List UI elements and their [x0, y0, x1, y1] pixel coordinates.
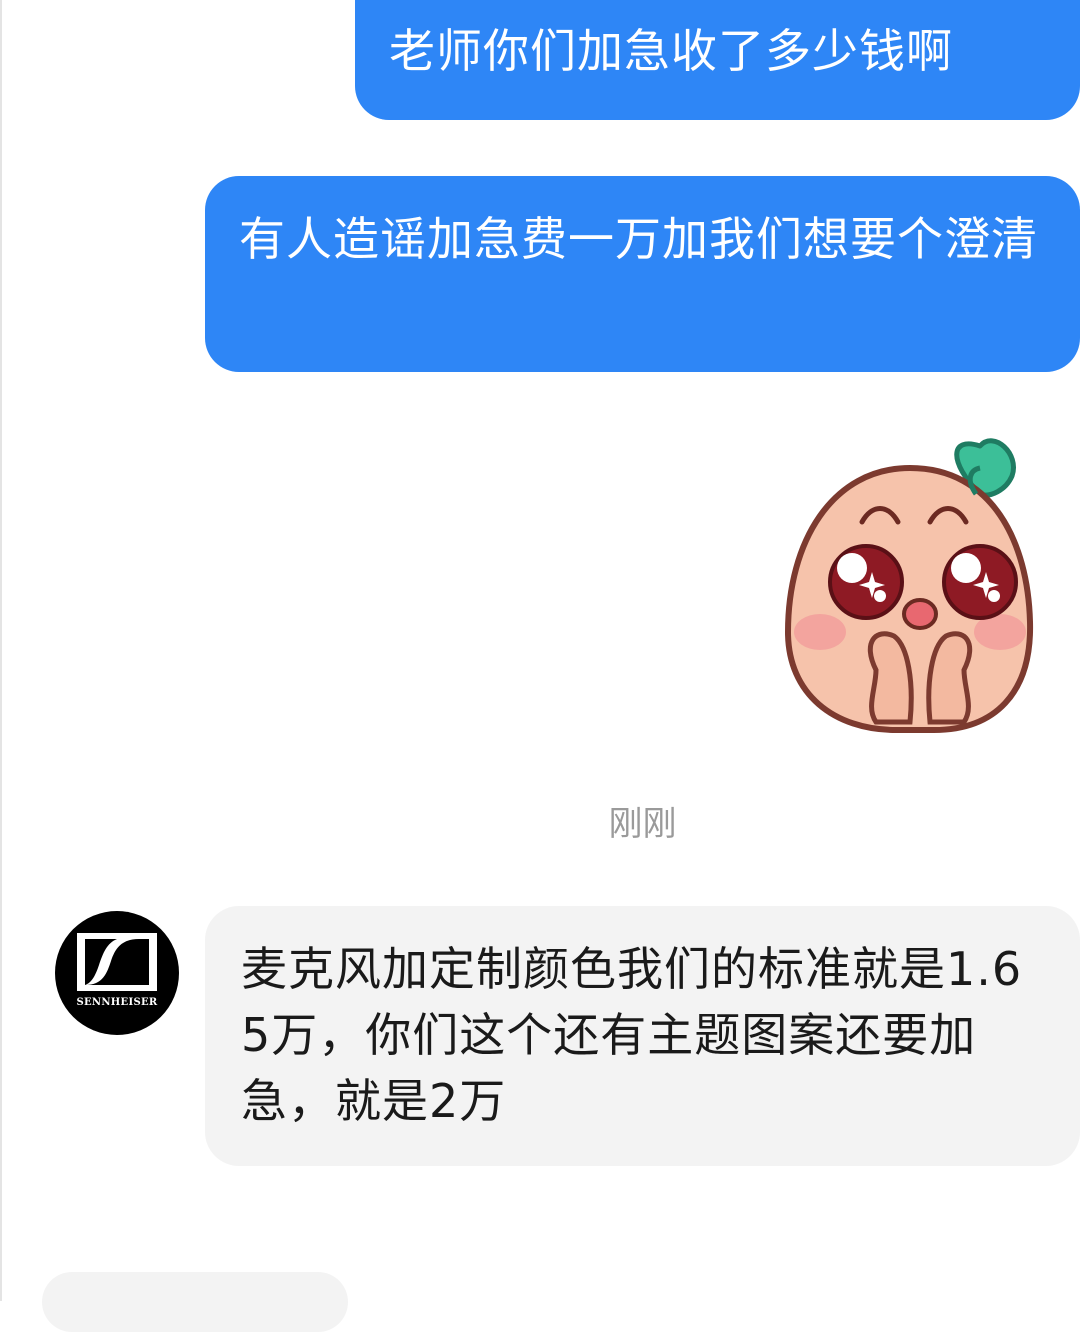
message-timestamp: 刚刚 [608, 804, 677, 844]
incoming-message-bubble-partial[interactable] [42, 1272, 348, 1332]
outgoing-message-bubble[interactable]: 有人造谣加急费一万加我们想要个澄清 [205, 176, 1080, 372]
message-text: 老师你们加急收了多少钱啊 [389, 24, 953, 78]
chat-panel-border [0, 0, 2, 1301]
avatar-brand-text: SENNHEISER [76, 997, 158, 1008]
sennheiser-logo-icon [85, 939, 149, 985]
message-text: 有人造谣加急费一万加我们想要个澄清 [239, 212, 1038, 266]
contact-avatar[interactable]: SENNHEISER [55, 911, 179, 1035]
pleading-peach-sticker[interactable] [780, 432, 1040, 742]
message-text: 麦克风加定制颜色我们的标准就是1.65万，你们这个还有主题图案还要加急，就是2万 [241, 942, 1023, 1128]
incoming-message-bubble[interactable]: 麦克风加定制颜色我们的标准就是1.65万，你们这个还有主题图案还要加急，就是2万 [205, 906, 1080, 1166]
outgoing-message-bubble[interactable]: 老师你们加急收了多少钱啊 [355, 0, 1080, 120]
